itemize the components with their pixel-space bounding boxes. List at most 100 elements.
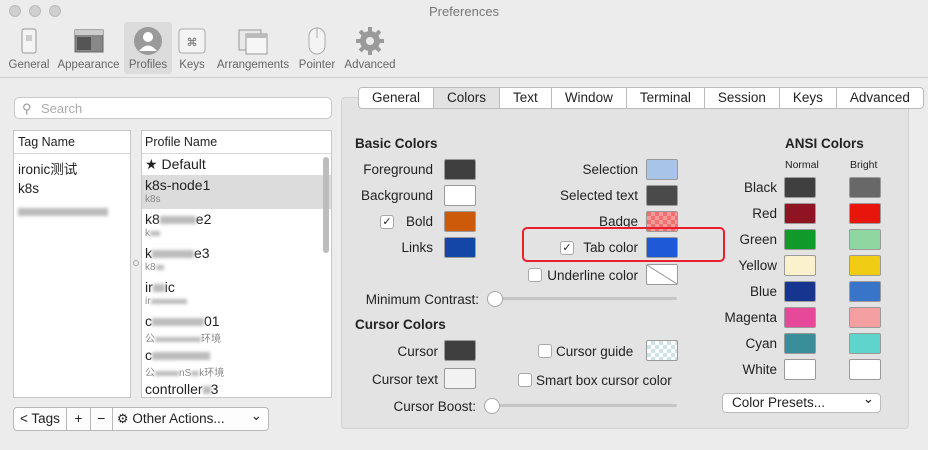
- tab-general[interactable]: General: [358, 87, 435, 109]
- cursor-text-color-well[interactable]: [444, 368, 476, 389]
- no-color-slash-icon: [647, 265, 677, 284]
- selection-label: Selection: [582, 162, 638, 177]
- ansi-cyan-normal-color-well[interactable]: [784, 333, 816, 354]
- tab-text[interactable]: Text: [500, 87, 552, 109]
- profile-list-scrollbar[interactable]: [323, 157, 329, 253]
- ansi-cyan-bright-color-well[interactable]: [849, 333, 881, 354]
- panel-splitter[interactable]: [132, 130, 140, 398]
- tab-terminal[interactable]: Terminal: [626, 87, 705, 109]
- profile-row-k8s-node1[interactable]: k8s-node1 k8s: [142, 175, 331, 209]
- preferences-toolbar: General Appearance Profiles ⌘ Keys Arran…: [0, 22, 928, 74]
- tab-advanced[interactable]: Advanced: [836, 87, 924, 109]
- ansi-blue-label: Blue: [749, 284, 777, 299]
- tab-window[interactable]: Window: [551, 87, 627, 109]
- ansi-bright-header: Bright: [850, 159, 878, 171]
- ansi-black-bright-color-well[interactable]: [849, 177, 881, 198]
- ansi-blue-normal-color-well[interactable]: [784, 281, 816, 302]
- cursor-boost-slider[interactable]: [486, 404, 677, 407]
- ansi-red-label: Red: [752, 206, 777, 221]
- toolbar-pointer[interactable]: Pointer: [296, 22, 338, 74]
- tags-column-header[interactable]: Tag Name: [14, 131, 130, 154]
- ansi-black-label: Black: [743, 180, 777, 195]
- tab-session[interactable]: Session: [704, 87, 780, 109]
- toolbar-advanced[interactable]: Advanced: [342, 22, 398, 74]
- foreground-color-well[interactable]: [444, 159, 476, 180]
- ansi-magenta-bright-color-well[interactable]: [849, 307, 881, 328]
- underline-color-well[interactable]: [646, 264, 678, 285]
- add-profile-button[interactable]: +: [66, 407, 91, 431]
- profile-search-field[interactable]: ⚲: [14, 97, 332, 119]
- bold-label: Bold: [405, 214, 433, 229]
- toolbar-profiles[interactable]: Profiles: [124, 22, 172, 74]
- gear-icon: ⚙: [116, 412, 129, 427]
- selection-color-well[interactable]: [646, 159, 678, 180]
- toolbar-general[interactable]: General: [4, 22, 54, 74]
- tab-color-highlight-annotation: [522, 227, 725, 262]
- minimum-contrast-slider[interactable]: [489, 297, 677, 300]
- tab-keys[interactable]: Keys: [779, 87, 837, 109]
- ansi-green-normal-color-well[interactable]: [784, 229, 816, 250]
- ansi-red-normal-color-well[interactable]: [784, 203, 816, 224]
- toolbar-arrangements[interactable]: Arrangements: [213, 22, 293, 74]
- cursor-guide-label: Cursor guide: [556, 344, 634, 359]
- minimum-contrast-slider-knob[interactable]: [487, 291, 503, 307]
- profile-row[interactable]: k e3 k8: [142, 243, 331, 277]
- profile-row-default[interactable]: ★ Default: [142, 154, 331, 175]
- bold-checkbox[interactable]: ✓: [380, 215, 394, 229]
- smart-box-cursor-checkbox[interactable]: [518, 373, 532, 387]
- cursor-text-label: Cursor text: [371, 372, 438, 387]
- ansi-magenta-normal-color-well[interactable]: [784, 307, 816, 328]
- color-presets-dropdown[interactable]: Color Presets... ⌄: [722, 391, 881, 413]
- cursor-guide-color-well[interactable]: [646, 340, 678, 361]
- ansi-blue-bright-color-well[interactable]: [849, 281, 881, 302]
- background-color-well[interactable]: [444, 185, 476, 206]
- toolbar-keys[interactable]: ⌘ Keys: [175, 22, 209, 74]
- chevron-down-icon: ⌄: [862, 391, 874, 406]
- star-icon: ★: [145, 156, 158, 172]
- profile-row[interactable]: c 公 nS k环境: [142, 345, 331, 379]
- foreground-label: Foreground: [363, 162, 433, 177]
- ansi-red-bright-color-well[interactable]: [849, 203, 881, 224]
- general-switch-icon: [21, 28, 37, 54]
- window-title: Preferences: [428, 4, 500, 19]
- selected-text-color-well[interactable]: [646, 185, 678, 206]
- tags-list: Tag Name ironic测试 k8s: [13, 130, 131, 398]
- profile-row[interactable]: ir ic ir: [142, 277, 331, 311]
- minimum-contrast-label: Minimum Contrast:: [365, 292, 479, 307]
- cursor-guide-checkbox[interactable]: [538, 344, 552, 358]
- ansi-white-bright-color-well[interactable]: [849, 359, 881, 380]
- selected-text-label: Selected text: [559, 188, 638, 203]
- profile-row[interactable]: controller 3: [142, 379, 331, 397]
- cursor-label: Cursor: [397, 344, 438, 359]
- splitter-handle-icon: [133, 260, 139, 266]
- command-key-icon: ⌘: [178, 28, 206, 54]
- ansi-yellow-bright-color-well[interactable]: [849, 255, 881, 276]
- profile-row[interactable]: k8 e2 k: [142, 209, 331, 243]
- other-actions-dropdown[interactable]: ⚙ Other Actions... ⌄: [112, 407, 269, 431]
- svg-text:⌘: ⌘: [187, 36, 198, 49]
- toolbar-appearance[interactable]: Appearance: [55, 22, 122, 74]
- toolbar-divider: [0, 77, 928, 78]
- remove-profile-button[interactable]: −: [90, 407, 113, 431]
- cursor-color-well[interactable]: [444, 340, 476, 361]
- bold-color-well[interactable]: [444, 211, 476, 232]
- chevron-down-icon: ⌄: [250, 408, 262, 423]
- toggle-tags-button[interactable]: < Tags: [13, 407, 67, 431]
- ansi-white-normal-color-well[interactable]: [784, 359, 816, 380]
- profile-row[interactable]: c 01 公环境: [142, 311, 331, 345]
- cursor-boost-slider-knob[interactable]: [484, 398, 500, 414]
- tag-item-ironic[interactable]: ironic测试: [14, 154, 130, 177]
- tab-colors[interactable]: Colors: [434, 87, 501, 109]
- arrangements-windows-icon: [238, 29, 268, 55]
- ansi-yellow-normal-color-well[interactable]: [784, 255, 816, 276]
- profile-list: Profile Name ★ Default k8s-node1 k8s k8 e…: [141, 130, 332, 398]
- ansi-black-normal-color-well[interactable]: [784, 177, 816, 198]
- links-color-well[interactable]: [444, 237, 476, 258]
- background-label: Background: [360, 188, 433, 203]
- tag-item-redacted[interactable]: [14, 200, 130, 223]
- appearance-window-icon: [74, 29, 103, 53]
- ansi-green-bright-color-well[interactable]: [849, 229, 881, 250]
- tag-item-k8s[interactable]: k8s: [14, 177, 130, 200]
- profile-column-header[interactable]: Profile Name: [142, 131, 331, 154]
- search-input[interactable]: [41, 100, 321, 116]
